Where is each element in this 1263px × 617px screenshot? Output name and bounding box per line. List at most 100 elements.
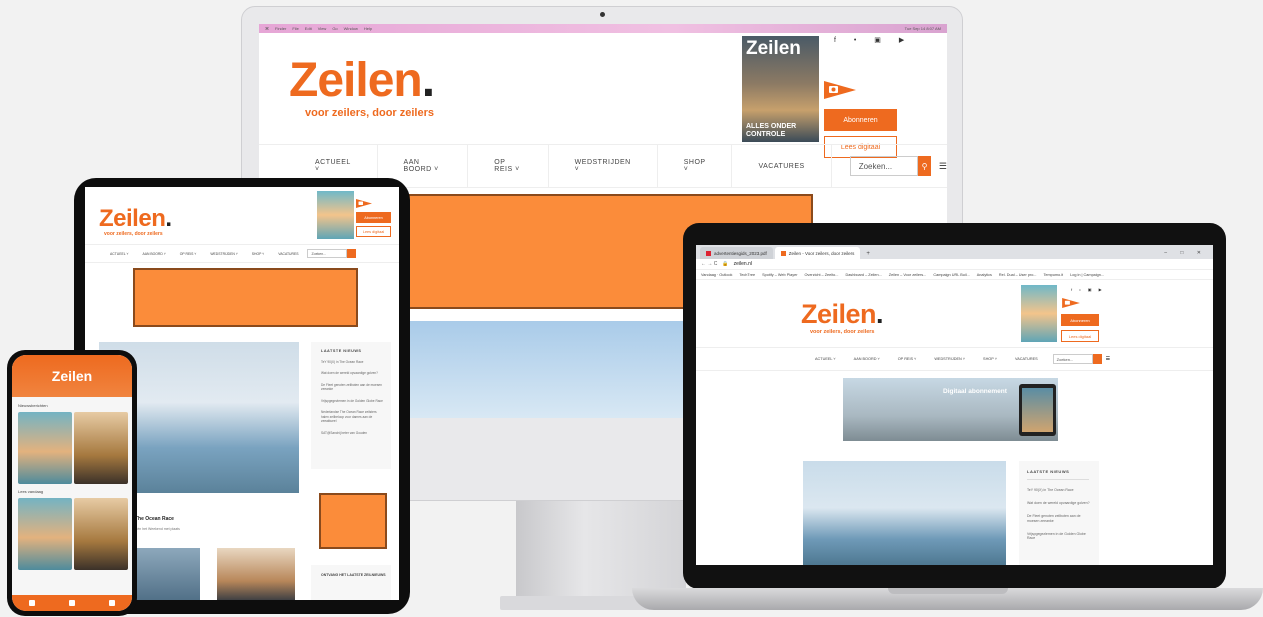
magazine-cover[interactable] — [1021, 285, 1057, 342]
tagline: voor zeilers, door zeilers — [305, 107, 434, 119]
cart-icon[interactable]: ☰ — [1106, 356, 1110, 362]
article-thumbnail[interactable] — [135, 548, 200, 600]
menu-window[interactable]: Window — [344, 26, 358, 31]
news-link[interactable]: Wat doen de wereld opvaardige golven? — [321, 371, 383, 375]
magazine-cover[interactable]: Zeilen ALLES ONDER CONTROLE — [742, 36, 819, 142]
latest-news-title: LAATSTE NIEUWS — [1027, 469, 1070, 474]
nav-aan-boord[interactable]: AAN BOORD ˅ — [845, 357, 889, 361]
tagline: voor zeilers, door zeilers — [104, 231, 163, 237]
nav-op-reis[interactable]: OP REIS ˅ — [889, 357, 926, 361]
menu-finder[interactable]: Finder — [275, 26, 286, 31]
nav-vacatures[interactable]: VACATURES — [732, 144, 832, 188]
news-link[interactable]: Nederlandse The Ocean Race zeilsters hal… — [321, 410, 383, 423]
news-link[interactable]: TeY 90(X) in The Ocean Race — [321, 360, 383, 364]
news-link[interactable]: Vrijspgegezlemen in de Golden Globe Race — [1027, 532, 1091, 542]
browser-tab-zeilen[interactable]: Zeilen - Voor zeilers, door zeilers — [774, 247, 861, 259]
tagline: voor zeilers, door zeilers — [810, 329, 875, 335]
menu-go[interactable]: Go — [332, 26, 337, 31]
new-tab-button[interactable]: + — [862, 251, 874, 259]
subscribe-button[interactable]: Abonneren — [824, 109, 897, 131]
social-icons[interactable]: f • ▣ ▶ — [1071, 287, 1105, 292]
magazine-tile[interactable] — [18, 498, 72, 570]
window-controls[interactable]: – □ ✕ — [1158, 250, 1213, 259]
nav-shop[interactable]: SHOP ˅ — [245, 252, 271, 256]
news-link[interactable]: De Fleet genoten zeilboten aan de moesen… — [1027, 514, 1091, 524]
social-icons[interactable]: f • ▣ ▶ — [834, 36, 912, 44]
news-link[interactable]: SAT@Sanchij beter van Gouden — [321, 431, 383, 435]
magazine-tile[interactable] — [74, 498, 128, 570]
search-input[interactable]: Zoeken... — [1052, 354, 1093, 364]
bookmark-item[interactable]: Tempumo.it — [1043, 273, 1063, 277]
home-icon[interactable] — [29, 600, 35, 606]
subscribe-button[interactable]: Abonneren — [1061, 314, 1099, 326]
latest-news-widget: LAATSTE NIEUWS TeY 90(X) in The Ocean Ra… — [1019, 461, 1099, 565]
nav-shop[interactable]: SHOP ˅ — [658, 144, 733, 188]
article-title[interactable]: The Ocean Race — [135, 516, 174, 522]
search-input[interactable]: Zoeken... — [307, 249, 348, 258]
magazine-tile[interactable] — [18, 412, 72, 484]
nav-op-reis[interactable]: OP REIS ˅ — [468, 144, 549, 188]
profile-icon[interactable] — [109, 600, 115, 606]
search-input[interactable]: Zoeken... — [849, 156, 919, 176]
bookmark-item[interactable]: Vandaag · Outlook — [701, 273, 732, 277]
search-icon[interactable]: ⚲ — [918, 156, 931, 176]
ad-square[interactable] — [319, 493, 387, 549]
news-link[interactable]: De Fleet genoten zeilboten aan de moesen… — [321, 383, 383, 392]
zeilen-logo[interactable]: Zeilen. — [289, 57, 435, 105]
browser-tab-pdf[interactable]: advertentiesgids_2023.pdf — [700, 247, 773, 259]
main-nav: ACTUEEL ˅ AAN BOORD ˅ OP REIS ˅ WEDSTRIJ… — [85, 244, 399, 263]
nav-buttons[interactable]: ← → C — [701, 261, 717, 267]
zeilen-logo[interactable]: Zeilen. — [801, 299, 884, 330]
nav-wedstrijden[interactable]: WEDSTRIJDEN ˅ — [549, 144, 658, 188]
bookmark-item[interactable]: Rel. Dual – User pro... — [999, 273, 1037, 277]
article-thumbnail[interactable] — [217, 548, 295, 600]
nav-shop[interactable]: SHOP ˅ — [974, 357, 1006, 361]
bookmark-item[interactable]: Overzicht – Zeelto... — [804, 273, 838, 277]
latest-news-title: LAATSTE NIEUWS — [321, 349, 362, 353]
cart-icon[interactable]: ☰ — [939, 161, 947, 172]
menu-view[interactable]: View — [318, 26, 327, 31]
bookmark-item[interactable]: Dashboard – Zeilen... — [845, 273, 881, 277]
bookmark-item[interactable]: TechTree — [739, 273, 755, 277]
nav-wedstrijden[interactable]: WEDSTRIJDEN ˅ — [203, 252, 244, 256]
search-icon[interactable] — [1092, 354, 1102, 364]
bookmark-item[interactable]: Campaign URL Buil... — [933, 273, 969, 277]
news-link[interactable]: TeY 90(X) in The Ocean Race — [1027, 488, 1091, 493]
nav-vacatures[interactable]: VACATURES — [1006, 357, 1047, 361]
read-digital-button[interactable]: Lees digitaal — [356, 226, 391, 237]
nav-op-reis[interactable]: OP REIS ˅ — [173, 252, 204, 256]
nav-vacatures[interactable]: VACATURES — [271, 252, 305, 256]
browser-toolbar: ← → C 🔒 zeilen.nl — [696, 259, 1213, 270]
bookmark-item[interactable]: Zeilen – Voor zeilers... — [889, 273, 927, 277]
search-icon[interactable] — [347, 249, 357, 258]
menu-help[interactable]: Help — [364, 26, 372, 31]
news-link[interactable]: Wat doen de wereld opvaardige golven? — [1027, 501, 1091, 506]
bookmarks-bar: Vandaag · Outlook TechTree Spotify – Web… — [696, 270, 1213, 280]
ad-banner[interactable] — [133, 268, 358, 327]
apple-menu-icon[interactable]: ⌘ — [265, 26, 269, 31]
laptop-notch — [888, 588, 1008, 594]
subscribe-button[interactable]: Abonneren — [356, 212, 391, 223]
bookmark-item[interactable]: Spotify – Web Player — [762, 273, 797, 277]
bookmark-item[interactable]: Log in | Campaign... — [1070, 273, 1104, 277]
camera-flag-icon — [824, 81, 856, 99]
library-icon[interactable] — [69, 600, 75, 606]
magazine-cover[interactable] — [317, 191, 354, 239]
nav-wedstrijden[interactable]: WEDSTRIJDEN ˅ — [925, 357, 974, 361]
menu-edit[interactable]: Edit — [305, 26, 312, 31]
app-header: Zeilen — [12, 355, 132, 397]
address-bar[interactable]: zeilen.nl — [734, 261, 1208, 267]
menu-file[interactable]: File — [292, 26, 298, 31]
read-digital-button[interactable]: Lees digitaal — [1061, 330, 1099, 342]
magazine-tile[interactable] — [74, 412, 128, 484]
nav-aan-boord[interactable]: AAN BOORD ˅ — [135, 252, 172, 256]
bookmark-item[interactable]: Analytics — [977, 273, 992, 277]
nav-actueel[interactable]: ACTUEEL ˅ — [103, 252, 135, 256]
featured-photo[interactable] — [803, 461, 1006, 565]
digital-subscription-label: Digitaal abonnement — [943, 388, 1007, 395]
news-link[interactable]: Vrijspgegezlemen in de Golden Globe Race — [321, 399, 383, 403]
nav-actueel[interactable]: ACTUEEL ˅ — [806, 357, 845, 361]
digital-subscription-banner[interactable]: Digitaal abonnement — [843, 378, 1058, 441]
zeilen-logo[interactable]: Zeilen. — [99, 205, 172, 233]
mac-menubar: ⌘ Finder File Edit View Go Window Help T… — [259, 24, 947, 33]
